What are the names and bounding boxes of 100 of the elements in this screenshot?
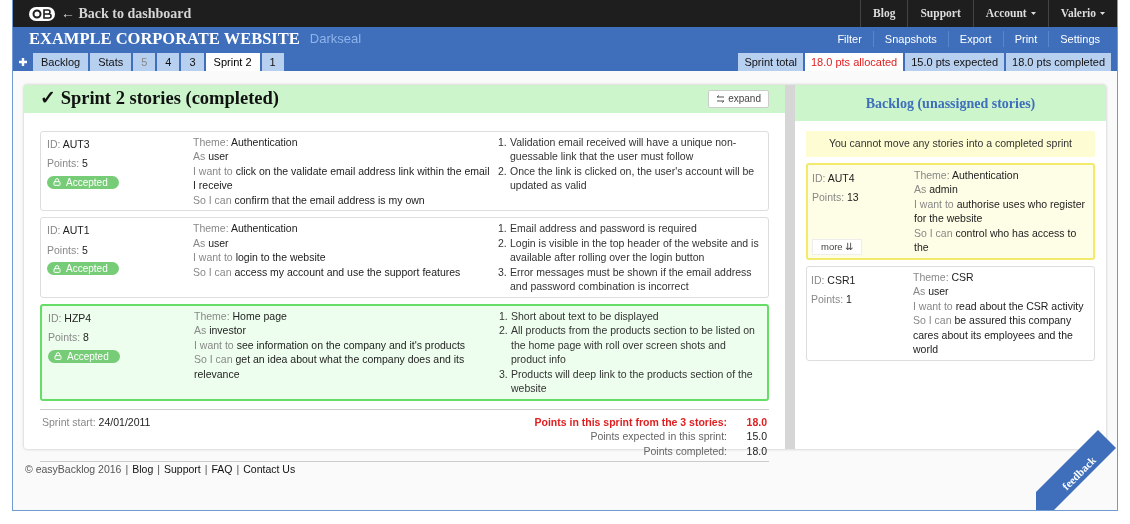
story-points: Points: 5 (47, 156, 89, 171)
tab[interactable]: Backlog (33, 53, 89, 71)
summary-label: Points completed: (643, 443, 727, 459)
header-action[interactable]: Filter (826, 30, 873, 48)
header-action[interactable]: Print (1002, 30, 1049, 48)
criterion-number: 2. (498, 235, 508, 251)
header-action[interactable]: Settings (1048, 30, 1111, 48)
lock-icon (54, 352, 62, 361)
tab[interactable]: 1 (261, 53, 284, 71)
acceptance-criterion: Validation email received will have a unique non-guessable link that the user must follow (510, 134, 738, 164)
story-want: I want to read about the CSR activity (913, 298, 1085, 314)
story-id: ID: HZP4 (48, 310, 93, 326)
summary-label: Points in this sprint from the 3 stories: (534, 414, 727, 430)
story-role: As user (193, 149, 230, 164)
acceptance-criterion: All products from the products section to be listed on the home page with roll over screen shots and product info (511, 323, 756, 367)
add-icon[interactable] (19, 58, 27, 66)
story-role: As user (913, 284, 950, 299)
story-card[interactable] (40, 130, 769, 212)
acceptance-criterion: Products will deep link to the products section of the website (511, 366, 754, 396)
criterion-number: 2. (498, 163, 508, 179)
lock-icon (53, 264, 61, 273)
footer-link[interactable]: Support (163, 462, 201, 478)
lock-icon (53, 178, 61, 187)
story-theme: Theme: Authentication (193, 134, 299, 150)
story-card[interactable]: ID: AUT4 Points: 13 more ⇊ Theme: Authentication As admin I want to authorise uses who register for the website So I can control who has access to the (806, 162, 1095, 260)
criterion-number: 3. (498, 264, 508, 280)
story-card[interactable]: ID: CSR1 Points: 1 Theme: CSR As user I want to read about the CSR activity So I can be assured this company cares about its employees and the world (806, 265, 1095, 361)
caret-icon (1100, 12, 1105, 15)
separator: | (204, 462, 208, 477)
story-id: ID: AUT3 (47, 136, 91, 152)
logo-icon (29, 6, 55, 21)
back-link[interactable]: ← Back to dashboard (61, 3, 192, 24)
acceptance-criterion: Once the link is clicked on, the user's account will be updated as valid (510, 163, 756, 193)
summary-label: Points expected in this sprint: (590, 429, 727, 444)
story-card[interactable] (40, 217, 769, 298)
project-title: EXAMPLE CORPORATE WEBSITE (28, 27, 300, 50)
story-want: I want to login to the website (193, 250, 327, 265)
caret-icon (1030, 12, 1036, 15)
status-badge: Accepted (48, 349, 120, 363)
acceptance-criterion: Login is visible in the top header of the website and is available after rolling over the login button (510, 235, 760, 265)
sprint-total: 18.0 pts completed (1006, 53, 1111, 71)
story-benefit: So I can be assured this company cares about its employees and the world (913, 313, 1074, 357)
story-theme: Theme: Home page (194, 308, 288, 324)
story-want: I want to see information on the company and it's products (194, 337, 467, 353)
header-action[interactable]: Snapshots (872, 30, 948, 48)
sprint-title: ✓ Sprint 2 stories (completed) (40, 87, 279, 110)
tab[interactable]: Stats (90, 53, 132, 71)
story-theme: Theme: Authentication (914, 167, 1020, 183)
criterion-number: 1. (498, 134, 508, 150)
story-role: As user (193, 235, 230, 251)
copyright-text: © easyBacklog 2016 (25, 462, 122, 477)
notice-message: You cannot move any stories into a completed sprint (806, 131, 1095, 157)
tab[interactable]: Sprint 2 (205, 53, 260, 71)
story-card[interactable] (40, 303, 769, 401)
sprint-start: Sprint start: 24/01/2011 (42, 414, 151, 430)
story-benefit: So I can get an idea about what the company does and its relevance (194, 352, 466, 382)
summary-value: 18.0 (745, 414, 767, 430)
project-subtitle: Darkseal (309, 30, 362, 49)
story-role: As admin (914, 182, 959, 197)
header-action[interactable]: Export (947, 30, 1003, 48)
status-badge: Accepted (47, 175, 119, 189)
backlog-title: Backlog (unassigned stories) (865, 94, 1036, 113)
criterion-number: 1. (498, 221, 508, 236)
summary-value: 18.0 (745, 443, 767, 459)
status-badge: Accepted (47, 262, 119, 276)
swap-arrows-icon (716, 94, 726, 103)
story-benefit: So I can control who has access to the (914, 225, 1078, 255)
sprint-total: 15.0 pts expected (905, 53, 1005, 71)
more-button[interactable]: more ⇊ (812, 238, 863, 255)
summary-value: 15.0 (745, 429, 767, 444)
tab[interactable]: 4 (157, 53, 180, 71)
separator: | (125, 462, 129, 477)
criterion-number: 3. (499, 366, 509, 382)
story-id: ID: AUT4 (812, 170, 856, 186)
feedback-ribbon[interactable] (1036, 430, 1116, 510)
footer-link[interactable]: FAQ (211, 462, 233, 478)
story-points: Points: 8 (48, 330, 90, 345)
story-role: As investor (194, 323, 247, 338)
story-benefit: So I can access my account and use the support features (193, 264, 462, 280)
footer-link[interactable]: Blog (132, 462, 154, 478)
story-points: Points: 5 (47, 242, 89, 258)
separator: | (157, 462, 160, 477)
separator: | (236, 462, 240, 477)
story-id: ID: AUT1 (47, 223, 91, 238)
criterion-number: 2. (499, 323, 509, 339)
sprint-total: Sprint total (738, 53, 803, 71)
story-theme: Theme: CSR (913, 269, 975, 285)
acceptance-criterion: Short about text to be displayed (511, 308, 659, 324)
criterion-number: 1. (499, 308, 509, 324)
story-points: Points: 1 (811, 292, 853, 307)
footer-link[interactable]: Contact Us (243, 462, 296, 478)
story-benefit: So I can confirm that the email address is my own (193, 192, 426, 208)
story-theme: Theme: Authentication (193, 221, 299, 236)
acceptance-criterion: Email address and password is required (510, 221, 697, 236)
acceptance-criterion: Error messages must be shown if the email address and password combination is incorrect (510, 264, 753, 294)
story-id: ID: CSR1 (811, 272, 857, 288)
story-points: Points: 13 (812, 190, 860, 205)
tab[interactable]: 3 (181, 53, 204, 71)
expand-button[interactable]: expand (708, 89, 769, 108)
sprint-total: 18.0 pts allocated (804, 53, 904, 71)
